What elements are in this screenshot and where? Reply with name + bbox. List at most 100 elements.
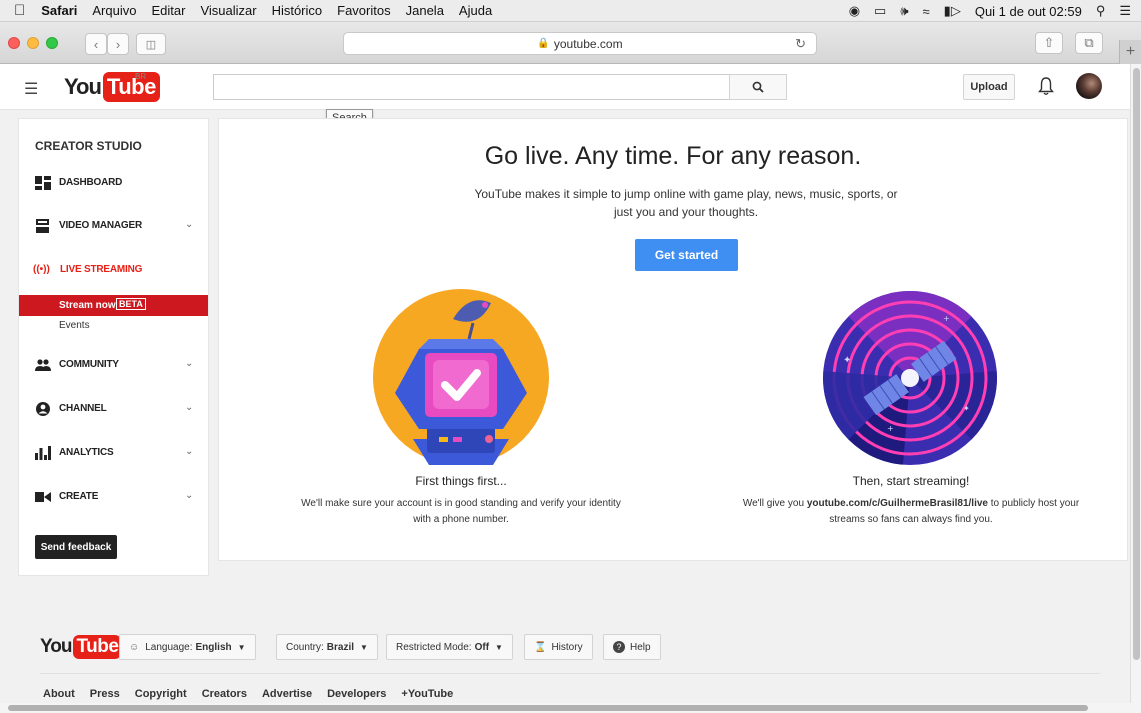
svg-text:✦: ✦ (843, 355, 851, 366)
creative-cloud-icon[interactable]: ◉ (849, 3, 860, 19)
footer-link-developers[interactable]: Developers (327, 688, 386, 700)
hamburger-menu-icon[interactable]: ☰ (24, 79, 38, 99)
menu-ajuda[interactable]: Ajuda (459, 3, 492, 18)
menu-janela[interactable]: Janela (406, 3, 444, 18)
window-controls (8, 37, 58, 49)
language-icon: ☺ (129, 641, 140, 653)
vertical-scroll-thumb[interactable] (1133, 68, 1140, 660)
lock-icon: 🔒 (537, 38, 550, 49)
logo-tube-text: Tube (73, 635, 122, 659)
sidebar-item-dashboard[interactable]: DASHBOARD (19, 171, 208, 195)
country-value: Brazil (326, 641, 355, 653)
footer-link-advertise[interactable]: Advertise (262, 688, 312, 700)
caret-down-icon: ▼ (237, 642, 246, 652)
wifi-icon[interactable]: ≈ (923, 4, 930, 19)
footer-link-creators[interactable]: Creators (202, 688, 247, 700)
upload-button[interactable]: Upload (963, 74, 1015, 100)
notifications-bell-icon[interactable] (1038, 76, 1054, 96)
country-code: BR (135, 72, 147, 81)
menu-visualizar[interactable]: Visualizar (200, 3, 256, 18)
sidebar-item-label: CREATE (59, 491, 99, 502)
analytics-bars-icon (35, 446, 51, 460)
battery-icon[interactable]: ▮▷ (944, 3, 961, 19)
sidebar-toggle-button[interactable]: ◫ (136, 33, 166, 55)
menu-editar[interactable]: Editar (151, 3, 185, 18)
footer-link-copyright[interactable]: Copyright (135, 688, 187, 700)
country-selector[interactable]: Country: Brazil ▼ (276, 634, 378, 660)
apple-menu-icon[interactable]:  (14, 2, 25, 19)
history-button[interactable]: ⌛ History (524, 634, 593, 660)
get-started-button[interactable]: Get started (635, 239, 738, 271)
menubar-clock[interactable]: Qui 1 de out 02:59 (975, 4, 1082, 19)
search-input[interactable] (213, 74, 730, 100)
share-button[interactable]: ⇧ (1035, 32, 1063, 54)
svg-text:+: + (943, 314, 950, 323)
footer-link-plus-youtube[interactable]: +YouTube (401, 688, 453, 700)
sidebar-subitem-events[interactable]: Events (19, 316, 208, 337)
sidebar-item-analytics[interactable]: ANALYTICS ⌄ (19, 441, 208, 465)
dashboard-icon (35, 176, 51, 190)
history-label: History (551, 641, 583, 653)
reload-icon[interactable]: ↻ (795, 36, 806, 52)
youtube-footer: You Tube ☺ Language: English ▼ Country: Br… (0, 620, 1130, 706)
volume-icon[interactable]: 🕪 (900, 3, 908, 19)
address-bar[interactable]: 🔒 youtube.com ↻ (343, 32, 817, 55)
notification-center-icon[interactable]: ☰ (1119, 3, 1131, 19)
sidebar-icon: ◫ (145, 38, 157, 51)
sidebar-subitem-label: Stream now (59, 300, 116, 311)
macos-menu-bar:  Safari Arquivo Editar Visualizar Histó… (0, 0, 1141, 22)
channel-account-icon (36, 402, 50, 416)
caret-down-icon: ▼ (495, 642, 503, 652)
horizontal-scroll-thumb[interactable] (8, 705, 1088, 711)
horizontal-scrollbar[interactable] (0, 703, 1141, 713)
video-manager-icon (36, 219, 49, 233)
video-camera-icon (35, 492, 51, 502)
sidebar-item-channel[interactable]: CHANNEL ⌄ (19, 397, 208, 421)
send-feedback-button[interactable]: Send feedback (35, 535, 117, 559)
sidebar-item-label: CHANNEL (59, 403, 107, 414)
menu-historico[interactable]: Histórico (272, 3, 323, 18)
chevron-down-icon[interactable]: ⌄ (185, 402, 193, 413)
new-tab-button[interactable]: + (1119, 40, 1141, 64)
tabs-overview-button[interactable]: ⧉ (1075, 32, 1103, 54)
sidebar-item-label: VIDEO MANAGER (59, 220, 142, 231)
restricted-mode-label: Restricted Mode: (396, 641, 472, 653)
back-button[interactable]: ‹ (85, 33, 107, 55)
page-subtitle: YouTube makes it simple to jump online w… (474, 187, 898, 219)
menu-favoritos[interactable]: Favoritos (337, 3, 390, 18)
logo-tube-text: Tube (102, 72, 160, 102)
footer-divider (40, 673, 1100, 674)
page-title: Go live. Any time. For any reason. (484, 142, 862, 170)
chevron-down-icon[interactable]: ⌄ (185, 446, 193, 457)
footer-link-about[interactable]: About (43, 688, 75, 700)
vertical-scrollbar[interactable] (1130, 64, 1141, 706)
sidebar-item-create[interactable]: CREATE ⌄ (19, 485, 208, 509)
minimize-window-button[interactable] (27, 37, 39, 49)
restricted-mode-value: Off (474, 641, 490, 653)
menu-arquivo[interactable]: Arquivo (92, 3, 136, 18)
sidebar-item-live-streaming[interactable]: ((•)) LIVE STREAMING (19, 258, 208, 282)
footer-link-press[interactable]: Press (90, 688, 120, 700)
sidebar-item-video-manager[interactable]: VIDEO MANAGER ⌄ (19, 214, 208, 238)
chevron-down-icon[interactable]: ⌄ (185, 358, 193, 369)
spotlight-search-icon[interactable]: ⚲ (1096, 3, 1106, 19)
first-step-description: We'll make sure your account is in good … (301, 498, 621, 525)
sidebar-item-community[interactable]: COMMUNITY ⌄ (19, 353, 208, 377)
account-avatar[interactable] (1076, 73, 1102, 99)
footer-youtube-logo[interactable]: You Tube (40, 635, 122, 659)
language-selector[interactable]: ☺ Language: English ▼ (119, 634, 256, 660)
sidebar-subitem-stream-now[interactable]: Stream now BETA (19, 295, 208, 316)
menu-app-safari[interactable]: Safari (41, 3, 77, 18)
chevron-down-icon[interactable]: ⌄ (185, 490, 193, 501)
airplay-icon[interactable]: ▭ (874, 3, 886, 19)
close-window-button[interactable] (8, 37, 20, 49)
help-button[interactable]: ? Help (603, 634, 661, 660)
logo-you-text: You (40, 636, 73, 657)
sidebar-item-label: LIVE STREAMING (60, 264, 143, 275)
sidebar-subitem-label: Events (59, 320, 90, 331)
restricted-mode-selector[interactable]: Restricted Mode: Off ▼ (386, 634, 513, 660)
forward-button[interactable]: › (107, 33, 129, 55)
chevron-down-icon[interactable]: ⌄ (185, 219, 193, 230)
search-button[interactable] (729, 74, 787, 100)
zoom-window-button[interactable] (46, 37, 58, 49)
